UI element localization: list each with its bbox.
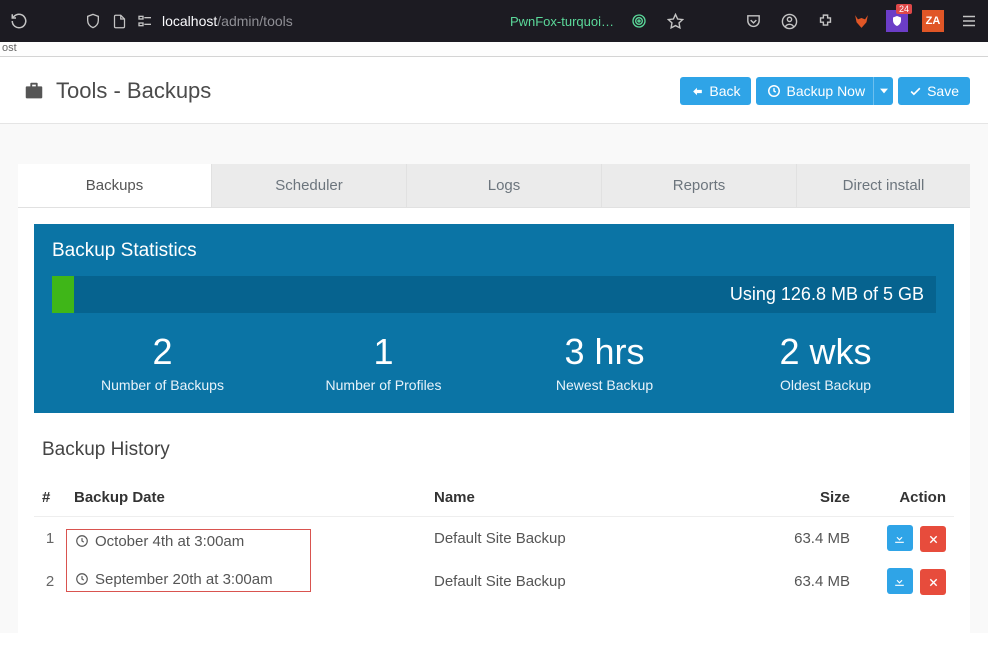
page-title-text: Tools - Backups — [56, 78, 211, 104]
backup-date: October 4th at 3:00am — [95, 533, 244, 550]
delete-button[interactable] — [920, 569, 946, 595]
permissions-icon[interactable] — [136, 12, 154, 30]
row-num: 2 — [34, 560, 66, 603]
col-size: Size — [707, 479, 874, 517]
backup-now-label: Backup Now — [786, 83, 865, 99]
tab-direct-install[interactable]: Direct install — [797, 164, 970, 207]
backup-name: Default Site Backup — [426, 517, 707, 561]
browser-chrome: localhost/admin/tools PwnFox-turquoi… 24… — [0, 0, 988, 42]
clock-icon — [75, 534, 89, 548]
delete-button[interactable] — [920, 526, 946, 552]
backup-now-dropdown-toggle[interactable] — [873, 77, 893, 105]
usage-bar-fill — [52, 276, 74, 313]
col-date: Backup Date — [66, 479, 426, 517]
stats-grid: 2 Number of Backups 1 Number of Profiles… — [52, 331, 936, 393]
star-icon[interactable] — [664, 10, 686, 32]
history-title: Backup History — [42, 439, 954, 461]
backup-statistics-card: Backup Statistics Using 126.8 MB of 5 GB… — [34, 224, 954, 413]
highlighted-dates: October 4th at 3:00am September 20th at … — [66, 529, 311, 592]
tab-reports[interactable]: Reports — [602, 164, 797, 207]
usage-bar: Using 126.8 MB of 5 GB — [52, 276, 936, 313]
clock-icon — [75, 572, 89, 586]
header-actions: Back Backup Now Save — [680, 77, 970, 105]
spiral-icon[interactable] — [628, 10, 650, 32]
page-title: Tools - Backups — [22, 78, 211, 104]
za-extension-icon[interactable]: ZA — [922, 10, 944, 32]
tab-scheduler[interactable]: Scheduler — [212, 164, 407, 207]
back-button[interactable]: Back — [680, 77, 751, 105]
download-button[interactable] — [887, 525, 913, 551]
purple-extension-icon[interactable]: 24 — [886, 10, 908, 32]
tab-logs[interactable]: Logs — [407, 164, 602, 207]
stat-profile-count: 1 Number of Profiles — [273, 331, 494, 393]
account-icon[interactable] — [778, 10, 800, 32]
download-button[interactable] — [887, 568, 913, 594]
backup-date: September 20th at 3:00am — [95, 571, 273, 588]
url-path: /admin/tools — [217, 13, 292, 29]
col-action: Action — [874, 479, 954, 517]
stats-title: Backup Statistics — [52, 240, 936, 262]
backup-size: 63.4 MB — [707, 517, 874, 561]
back-button-label: Back — [709, 83, 740, 99]
row-num: 1 — [34, 517, 66, 561]
pocket-icon[interactable] — [742, 10, 764, 32]
col-name: Name — [426, 479, 707, 517]
url-display[interactable]: localhost/admin/tools — [162, 13, 293, 29]
stat-backup-count: 2 Number of Backups — [52, 331, 273, 393]
tab-bar: Backups Scheduler Logs Reports Direct in… — [18, 164, 970, 208]
url-host: localhost — [162, 13, 217, 29]
extension-badge-count: 24 — [896, 4, 912, 14]
secondary-tab-row: ost — [0, 42, 988, 57]
hamburger-icon[interactable] — [958, 10, 980, 32]
extensions-icon[interactable] — [814, 10, 836, 32]
content-area: Backups Scheduler Logs Reports Direct in… — [0, 124, 988, 633]
backup-now-button[interactable]: Backup Now — [756, 77, 873, 105]
tab-panel: Backup Statistics Using 126.8 MB of 5 GB… — [18, 208, 970, 633]
tab-backups[interactable]: Backups — [18, 164, 212, 207]
backup-size: 63.4 MB — [707, 560, 874, 603]
backup-name: Default Site Backup — [426, 560, 707, 603]
table-row: 1 October 4th at 3:00am September 20th a… — [34, 517, 954, 561]
usage-text: Using 126.8 MB of 5 GB — [730, 284, 924, 305]
fox-icon[interactable] — [850, 10, 872, 32]
stat-newest-backup: 3 hrs Newest Backup — [494, 331, 715, 393]
reload-icon[interactable] — [8, 10, 30, 32]
extension-label[interactable]: PwnFox-turquoi… — [510, 14, 614, 29]
backup-now-split-button: Backup Now — [756, 77, 893, 105]
stat-oldest-backup: 2 wks Oldest Backup — [715, 331, 936, 393]
page-icon — [110, 12, 128, 30]
toolbox-icon — [22, 80, 46, 102]
save-button[interactable]: Save — [898, 77, 970, 105]
page-header: Tools - Backups Back Backup Now Save — [0, 57, 988, 124]
col-num: # — [34, 479, 66, 517]
history-table: # Backup Date Name Size Action 1 October… — [34, 479, 954, 603]
save-button-label: Save — [927, 83, 959, 99]
shield-icon[interactable] — [84, 12, 102, 30]
